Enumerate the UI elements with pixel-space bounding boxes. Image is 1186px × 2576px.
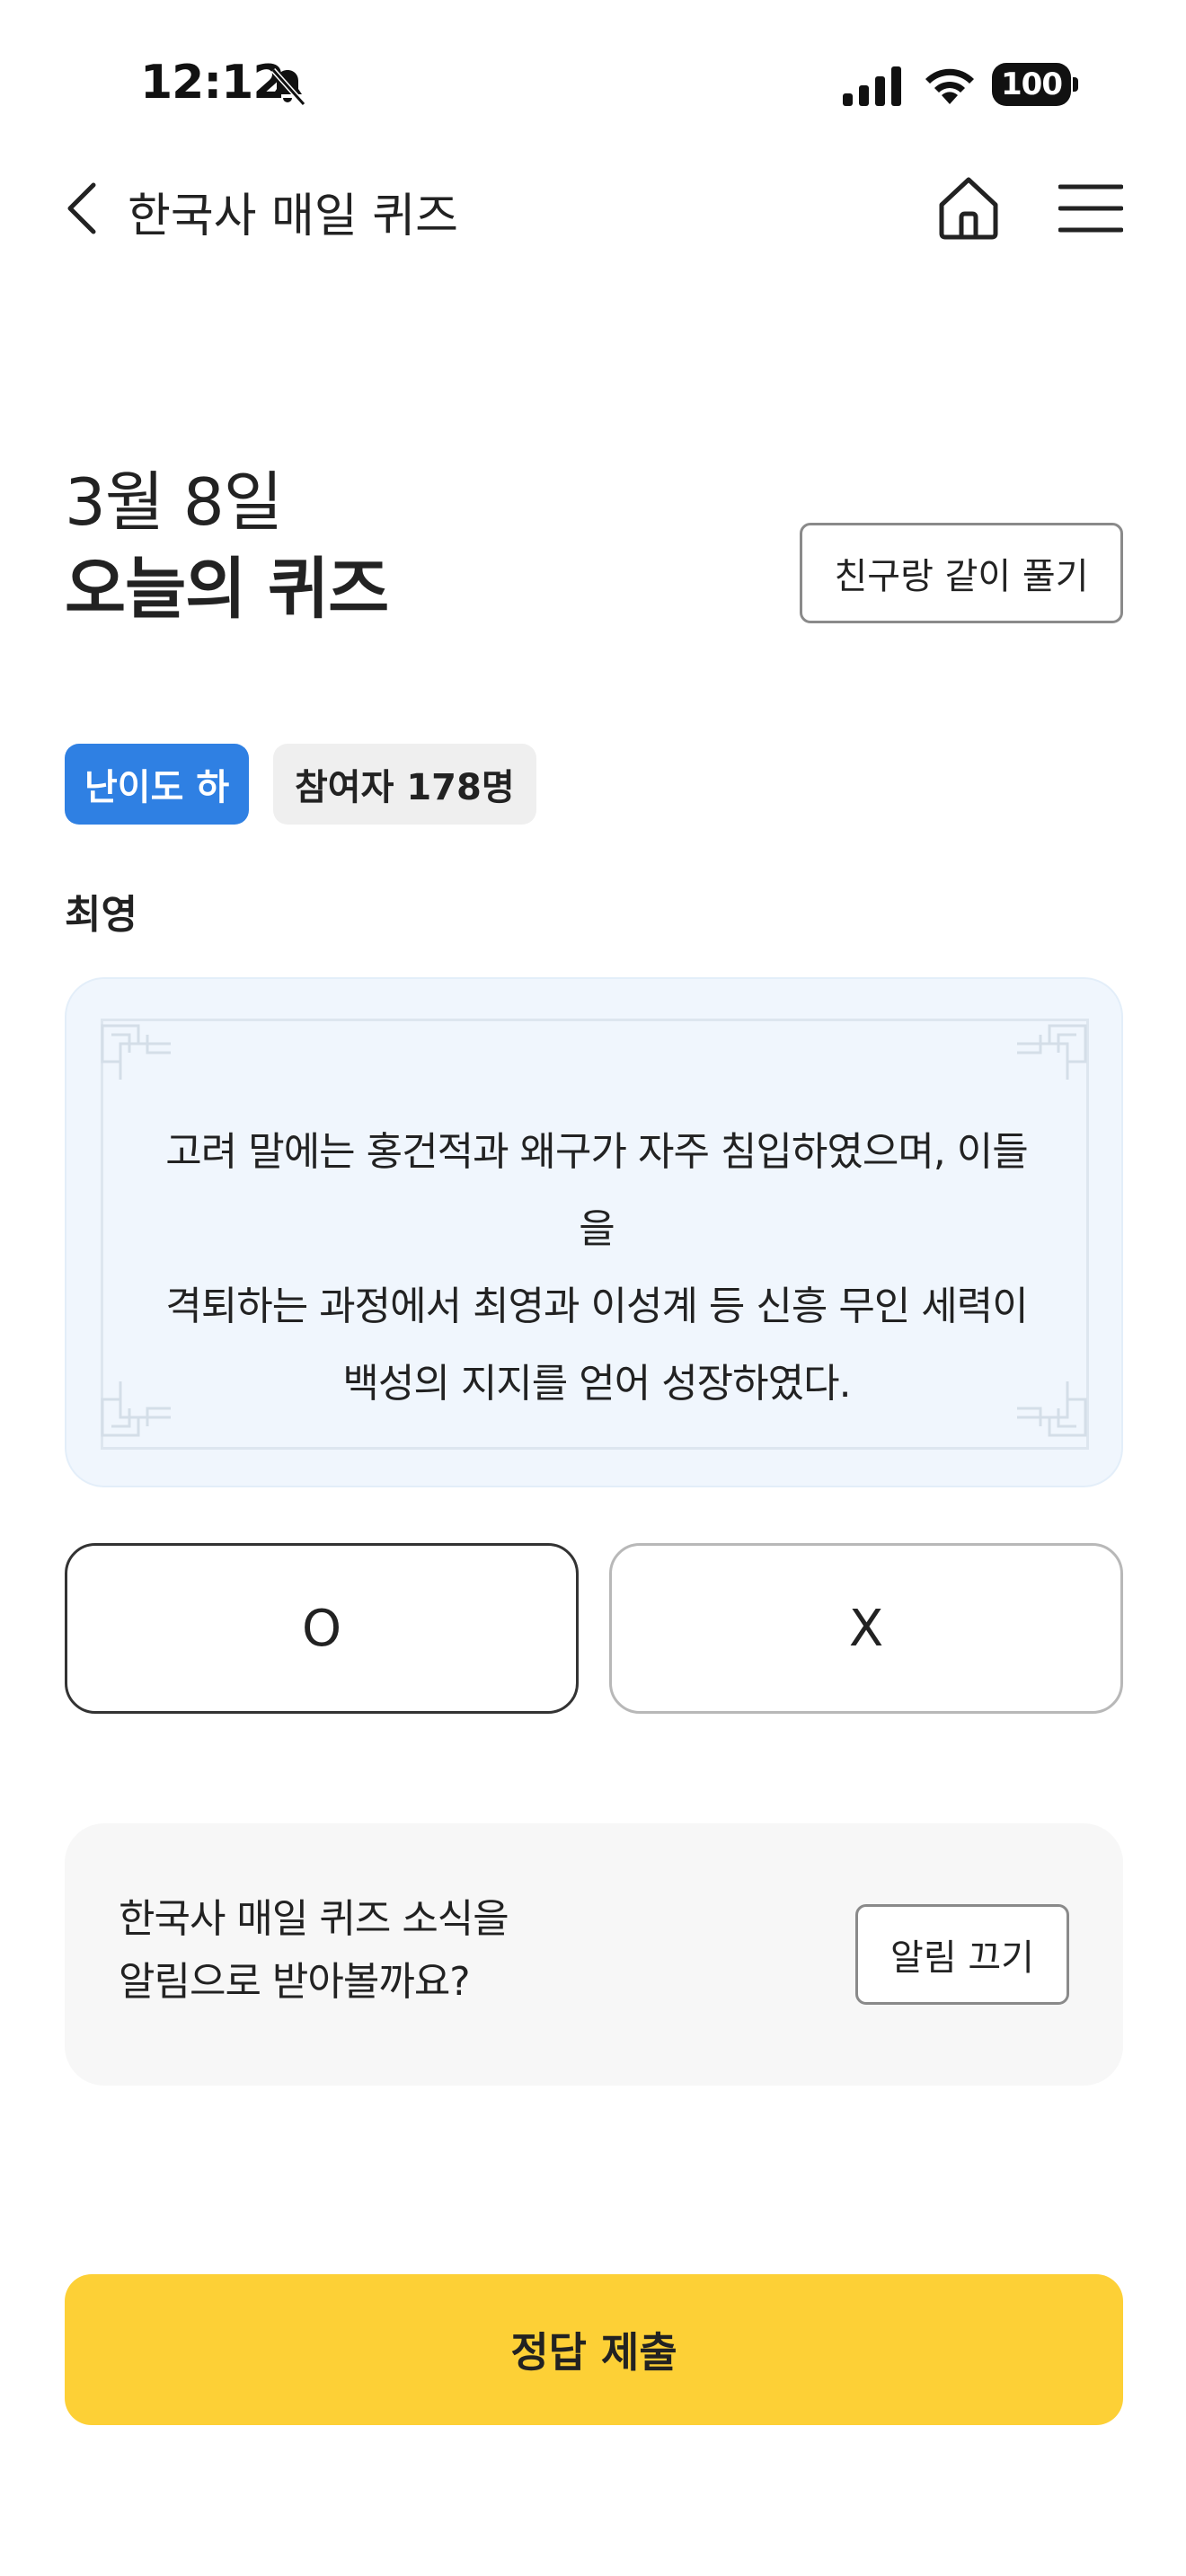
participants-badge: 참여자 178명: [273, 744, 536, 825]
question-line: 백성의 지지를 얻어 성장하였다.: [342, 1361, 851, 1407]
quiz-title: 오늘의 퀴즈: [65, 551, 389, 628]
signal-icon: [843, 66, 901, 106]
wifi-icon: [925, 68, 974, 104]
back-icon[interactable]: [63, 180, 102, 237]
app-header: 한국사 매일 퀴즈: [0, 153, 1186, 260]
question-line: 격퇴하는 과정에서 최영과 이성계 등 신흥 무인 세력이: [165, 1284, 1028, 1329]
status-bar: 12:12 100: [0, 0, 1186, 153]
submit-answer-button[interactable]: 정답 제출: [65, 2274, 1123, 2425]
question-card: 고려 말에는 홍건적과 왜구가 자주 침입하였으며, 이들을 격퇴하는 과정에서…: [65, 977, 1123, 1487]
status-time: 12:12: [140, 56, 286, 110]
home-icon[interactable]: [934, 174, 1003, 241]
page-title: 한국사 매일 퀴즈: [128, 190, 458, 243]
corner-ornament-icon: [1017, 1024, 1087, 1080]
notification-card: 한국사 매일 퀴즈 소식을 알림으로 받아볼까요? 알림 끄기: [65, 1823, 1123, 2086]
answer-option-o[interactable]: O: [65, 1543, 579, 1714]
bell-off-icon: [270, 67, 306, 107]
difficulty-badge: 난이도 하: [65, 744, 250, 825]
corner-ornament-icon: [101, 1024, 171, 1080]
notification-text: 한국사 매일 퀴즈 소식을 알림으로 받아볼까요?: [119, 1888, 509, 2014]
notification-line: 한국사 매일 퀴즈 소식을: [119, 1896, 509, 1942]
notification-line: 알림으로 받아볼까요?: [119, 1959, 471, 2005]
solve-with-friend-button[interactable]: 친구랑 같이 풀기: [800, 523, 1123, 623]
quiz-date: 3월 8일: [65, 464, 283, 540]
answer-option-x[interactable]: X: [609, 1543, 1123, 1714]
battery-level: 100: [1001, 66, 1063, 102]
menu-icon[interactable]: [1058, 183, 1123, 234]
battery-icon: 100: [992, 63, 1078, 106]
question-text: 고려 말에는 홍건적과 왜구가 자주 침입하였으며, 이들을 격퇴하는 과정에서…: [156, 1114, 1037, 1423]
quiz-topic: 최영: [65, 892, 137, 938]
notification-off-button[interactable]: 알림 끄기: [855, 1904, 1069, 2005]
question-line: 고려 말에는 홍건적과 왜구가 자주 침입하였으며, 이들을: [165, 1129, 1028, 1252]
